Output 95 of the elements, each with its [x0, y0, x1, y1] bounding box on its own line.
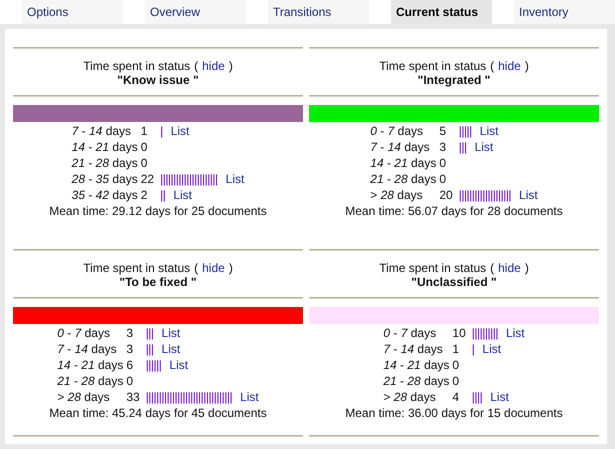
heading: Time spent in status — [83, 59, 190, 73]
list-link[interactable]: List — [226, 172, 244, 186]
heading: Time spent in status — [379, 261, 486, 275]
range-label: > 28 days — [370, 188, 423, 202]
range-label: 7 - 14 days — [72, 124, 132, 138]
tally-marks: | — [472, 342, 474, 356]
count: 0 — [439, 156, 446, 170]
count: 3 — [126, 326, 134, 340]
paren: ( — [490, 261, 494, 275]
tab[interactable]: Current status — [391, 0, 492, 24]
hide-link[interactable]: hide — [498, 59, 521, 73]
mean-time: Mean time: 29.12 days for 25 documents — [48, 203, 268, 219]
list-link[interactable]: List — [162, 342, 180, 356]
paren: ( — [490, 59, 494, 73]
range-label: 0 - 7 days — [57, 326, 110, 340]
count: 0 — [439, 172, 446, 186]
paren: ( — [194, 59, 198, 73]
list-link[interactable]: List — [482, 342, 502, 356]
count: 33 — [126, 390, 140, 404]
range-label: 35 - 42 days — [72, 188, 138, 202]
list-link[interactable]: List — [490, 390, 509, 404]
hide-link[interactable]: hide — [498, 261, 521, 275]
range-label: 0 - 7 days — [370, 124, 423, 138]
tally-marks: |||||||||| — [472, 326, 498, 340]
heading: Time spent in status — [83, 261, 190, 275]
tally-marks: || — [160, 188, 166, 202]
count: 5 — [439, 124, 446, 138]
count: 3 — [439, 140, 446, 154]
count: 0 — [452, 358, 460, 372]
count: 6 — [126, 358, 134, 372]
range-label: 0 - 7 days — [383, 326, 436, 340]
tally-marks: ||| — [146, 342, 154, 356]
count: 4 — [452, 390, 460, 404]
list-link[interactable]: List — [170, 124, 190, 138]
status-name: "Know issue " — [116, 73, 200, 87]
tally-marks: |||| — [472, 390, 482, 404]
paren: ) — [228, 59, 233, 73]
range-label: 7 - 14 days — [383, 342, 443, 356]
range-label: 14 - 21 days — [72, 140, 138, 154]
paren: ) — [524, 261, 529, 275]
list-link[interactable]: List — [506, 326, 525, 340]
paren: ) — [228, 261, 233, 275]
mean-time: Mean time: 36.00 days for 15 documents — [344, 405, 564, 421]
range-label: 21 - 28 days — [383, 374, 450, 388]
tally-marks: |||||||||||||||||||||| — [160, 172, 218, 186]
list-link[interactable]: List — [519, 188, 538, 202]
list-link[interactable]: List — [240, 390, 259, 404]
count: 20 — [439, 188, 453, 202]
range-label: 21 - 28 days — [57, 374, 124, 388]
mean-time: Mean time: 45.24 days for 45 documents — [48, 405, 268, 421]
list-link[interactable]: List — [173, 188, 192, 202]
count: 1 — [452, 342, 460, 356]
count: 0 — [452, 374, 460, 388]
count: 0 — [140, 156, 148, 170]
tab[interactable]: Options — [22, 0, 123, 24]
heading: Time spent in status — [379, 59, 486, 73]
tab[interactable]: Overview — [145, 0, 246, 24]
count: 0 — [140, 140, 148, 154]
tally-marks: | — [160, 124, 163, 138]
range-label: 7 - 14 days — [57, 342, 117, 356]
count: 1 — [140, 124, 148, 138]
hide-link[interactable]: hide — [202, 59, 225, 73]
count: 0 — [126, 374, 134, 388]
hide-link[interactable]: hide — [202, 261, 225, 275]
tally-marks: |||||||||||||||||||| — [458, 188, 512, 202]
status-name: "Unclassified " — [410, 275, 498, 289]
tally-marks: ||| — [146, 326, 154, 340]
paren: ( — [194, 261, 198, 275]
count: 10 — [452, 326, 466, 340]
tab[interactable]: Transitions — [268, 0, 369, 24]
list-link[interactable]: List — [480, 124, 498, 138]
mean-time: Mean time: 56.07 days for 28 documents — [344, 203, 564, 219]
status-name: "To be fixed " — [118, 275, 198, 289]
tab[interactable]: Inventory — [514, 0, 615, 24]
range-label: 14 - 21 days — [57, 358, 124, 372]
range-label: > 28 days — [383, 390, 436, 404]
range-label: > 28 days — [57, 390, 110, 404]
paren: ) — [524, 59, 529, 73]
list-link[interactable]: List — [169, 358, 188, 372]
list-link[interactable]: List — [474, 140, 494, 154]
range-label: 14 - 21 days — [383, 358, 450, 372]
tally-marks: ||| — [458, 140, 467, 154]
range-label: 28 - 35 days — [72, 172, 138, 186]
range-label: 7 - 14 days — [370, 140, 430, 154]
tally-marks: ||||||||||||||||||||||||||||||||| — [146, 390, 232, 404]
range-label: 21 - 28 days — [370, 172, 436, 186]
range-label: 14 - 21 days — [370, 156, 436, 170]
count: 2 — [140, 188, 148, 202]
count: 3 — [126, 342, 134, 356]
tally-marks: ||||| — [458, 124, 472, 138]
list-link[interactable]: List — [162, 326, 180, 340]
count: 22 — [140, 172, 154, 186]
status-name: "Integrated " — [416, 73, 492, 87]
range-label: 21 - 28 days — [72, 156, 138, 170]
tally-marks: |||||| — [146, 358, 162, 372]
